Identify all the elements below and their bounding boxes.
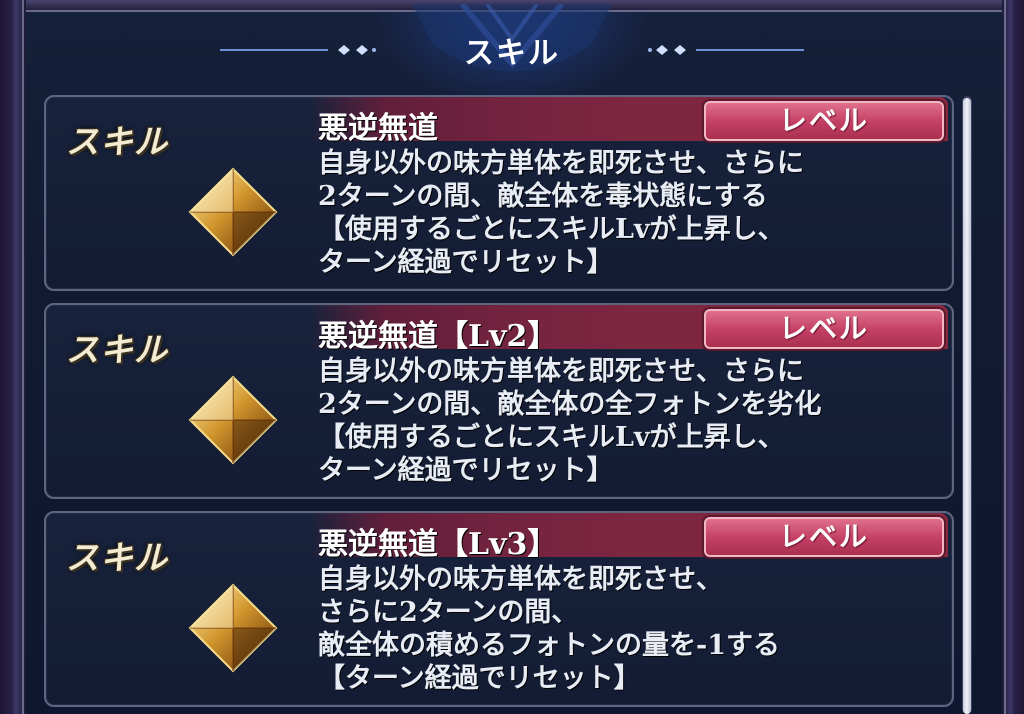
skill-card[interactable]: スキル 悪逆無道【Lv3】 レベル 自身以外の味方単体を即死させ、 さらに2ター… [44,511,954,707]
skill-description-line: 【ターン経過でリセット】 [318,663,641,694]
skill-description: 自身以外の味方単体を即死させ、さらに 2ターンの間、敵全体を毒状態にする 【使用… [318,147,938,279]
skill-description-line: 自身以外の味方単体を即死させ、さらに [318,356,804,387]
skill-name: 悪逆無道 [318,111,438,146]
skill-section-label: スキル [66,538,168,577]
skill-description: 自身以外の味方単体を即死させ、さらに 2ターンの間、敵全体の全フォトンを劣化 【… [318,355,938,487]
scrollbar[interactable] [962,96,972,714]
title-ornament-right-icon [648,45,804,55]
window-title: スキル [464,36,560,71]
diamond-gem-icon [188,167,278,257]
skill-description-line: 自身以外の味方単体を即死させ、さらに [318,148,804,179]
skill-description-line: 【使用するごとにスキルLvが上昇し、 [318,422,785,453]
scrollbar-thumb[interactable] [963,98,971,714]
skill-description-line: 敵全体の積めるフォトンの量を-1する [318,630,780,661]
skill-description-line: 自身以外の味方単体を即死させ、 [318,564,723,595]
level-button[interactable]: レベル [704,309,944,349]
level-button[interactable]: レベル [704,101,944,141]
skill-description-line: ターン経過でリセット】 [318,247,614,278]
skill-card[interactable]: スキル 悪逆無道【Lv2】 レベル 自身以外の味方単体を即死させ、さらに 2ター… [44,303,954,499]
skill-description-line: 2ターンの間、敵全体の全フォトンを劣化 [318,389,822,420]
diamond-gem-icon [188,583,278,673]
skill-description-line: 2ターンの間、敵全体を毒状態にする [318,181,768,212]
skill-description: 自身以外の味方単体を即死させ、 さらに2ターンの間、 敵全体の積めるフォトンの量… [318,563,938,695]
level-button[interactable]: レベル [704,517,944,557]
skill-section-label: スキル [66,330,168,369]
window-right-border [1002,0,1024,714]
skill-name: 悪逆無道【Lv2】 [318,319,558,354]
skill-card[interactable]: スキル 悪逆無道 レベル 自身以外の味方単体を即死させ、さらに 2ターンの間、敵… [44,95,954,291]
skill-description-line: ターン経過でリセット】 [318,455,614,486]
skill-description-line: さらに2ターンの間、 [318,597,579,628]
skill-section-label: スキル [66,122,168,161]
window-left-border [0,0,26,714]
diamond-gem-icon [188,375,278,465]
skill-window: スキル スキル 悪逆無道 レベル 自身以外の味方単体を即死させ、さらに 2ターン… [0,0,1024,714]
skill-name: 悪逆無道【Lv3】 [318,527,558,562]
skill-description-line: 【使用するごとにスキルLvが上昇し、 [318,214,785,245]
